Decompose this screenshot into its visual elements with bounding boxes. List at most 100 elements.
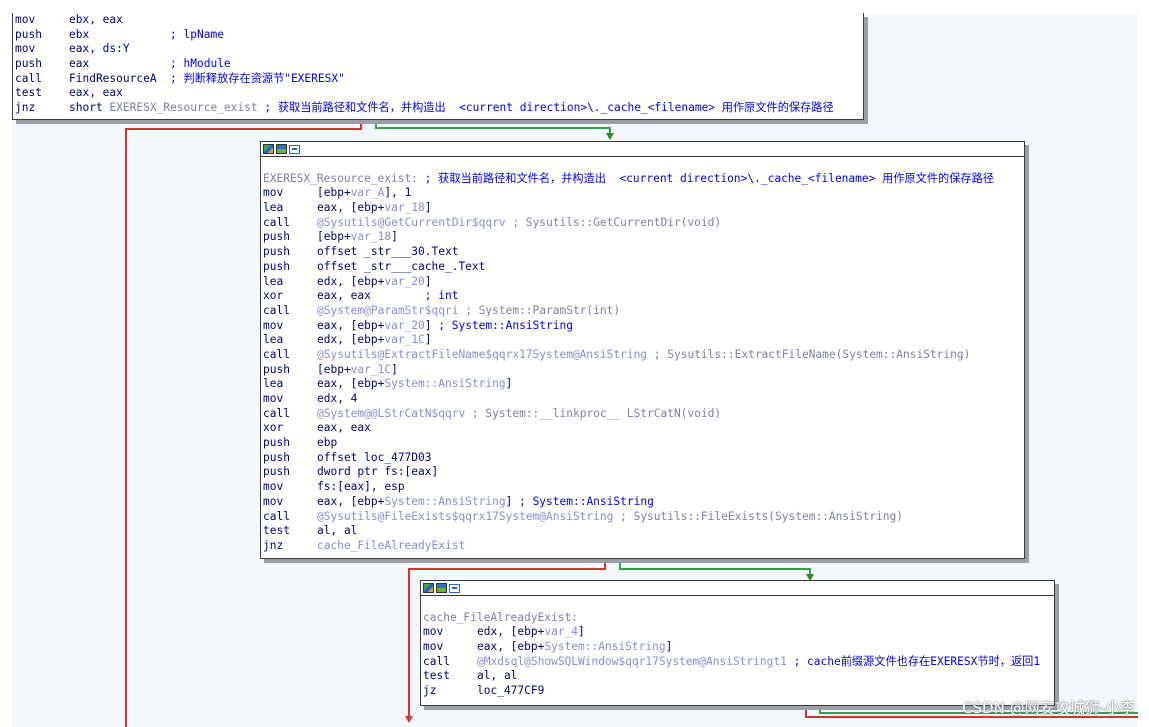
instruction-line[interactable]: jnz short EXERESX_Resource_exist ; 获取当前路径… <box>15 101 863 116</box>
mnemonic[interactable]: push <box>263 465 317 480</box>
operands[interactable]: loc_477CF9 <box>477 684 544 697</box>
symbol-ref[interactable]: var_1C <box>351 363 391 376</box>
mnemonic[interactable]: push <box>15 57 69 72</box>
mnemonic[interactable]: jnz <box>263 539 317 554</box>
operands-suffix[interactable]: ] <box>425 201 432 214</box>
symbol-ref[interactable]: @Sysutils@FileExists$qqrx17System@AnsiSt… <box>317 510 613 523</box>
mnemonic[interactable]: mov <box>263 495 317 510</box>
operands[interactable]: ebx <box>69 28 170 41</box>
instruction-line[interactable]: mov eax, [ebp+System::AnsiString] ; Syste… <box>263 495 1024 510</box>
mnemonic[interactable]: mov <box>423 625 477 640</box>
mnemonic[interactable]: mov <box>263 186 317 201</box>
symbol-ref[interactable]: var_4 <box>544 625 578 638</box>
code-block-findresource[interactable]: mov ebx, eax push ebx ; lpName mov eax, ds:Y p… <box>12 13 864 120</box>
symbol-ref[interactable]: var_A <box>351 186 385 199</box>
symbol-ref[interactable]: var_1C <box>384 333 424 346</box>
mnemonic[interactable]: lea <box>263 333 317 348</box>
instruction-line[interactable]: call @System@@LStrCatN$qqrv ; System::__l… <box>263 407 1024 422</box>
instruction-line[interactable]: lea edx, [ebp+var_20] <box>263 275 1024 290</box>
symbol-ref[interactable]: System::AnsiString <box>384 495 505 508</box>
mnemonic[interactable]: call <box>15 72 69 87</box>
instruction-line[interactable]: call FindResourceA ; 判断释放存在资源节"EXERESX" <box>15 72 863 87</box>
mnemonic[interactable]: call <box>263 510 317 525</box>
operands[interactable]: [ebp+ <box>317 230 351 243</box>
mnemonic[interactable]: push <box>263 363 317 378</box>
symbol-ref[interactable]: @Sysutils@ExtractFileName$qqrx17System@A… <box>317 348 647 361</box>
mnemonic[interactable]: xor <box>263 421 317 436</box>
instruction-line[interactable]: test al, al <box>263 524 1024 539</box>
mnemonic[interactable]: call <box>423 655 477 670</box>
operands[interactable]: dword ptr fs:[eax] <box>317 465 438 478</box>
color-palette-icon[interactable] <box>263 144 274 154</box>
instruction-line[interactable]: push [ebp+var_18] <box>263 230 1024 245</box>
mnemonic[interactable]: call <box>263 216 317 231</box>
instruction-line[interactable]: mov fs:[eax], esp <box>263 480 1024 495</box>
operands[interactable]: ebp <box>317 436 337 449</box>
instruction-line[interactable]: call @System@ParamStr$qqri ; System::Para… <box>263 304 1024 319</box>
instruction-line[interactable]: mov edx, [ebp+var_4] <box>423 625 1054 640</box>
operands-suffix[interactable]: ] <box>391 230 398 243</box>
operands-suffix[interactable]: ], 1 <box>384 186 411 199</box>
code-block-cache-file-exist[interactable]: cache_FileAlreadyExist: mov edx, [ebp+var… <box>420 580 1055 706</box>
label-name[interactable]: EXERESX_Resource_exist: <box>263 172 418 185</box>
instruction-line[interactable]: mov ebx, eax <box>15 13 863 28</box>
operands[interactable]: eax, ds:Y <box>69 42 130 55</box>
instruction-line[interactable]: xor eax, eax ; int <box>263 289 1024 304</box>
instruction-line[interactable]: push [ebp+var_1C] <box>263 363 1024 378</box>
instruction-line[interactable]: mov eax, ds:Y <box>15 42 863 57</box>
mnemonic[interactable]: mov <box>263 480 317 495</box>
operands[interactable]: offset loc_477D03 <box>317 451 432 464</box>
mnemonic[interactable]: call <box>263 407 317 422</box>
zoom-window-icon[interactable] <box>449 583 460 593</box>
operands[interactable]: eax, [ebp+ <box>317 201 384 214</box>
operands-suffix[interactable]: ] <box>425 333 432 346</box>
symbol-ref[interactable]: EXERESX_Resource_exist <box>109 101 257 114</box>
mnemonic[interactable]: test <box>423 669 477 684</box>
mnemonic[interactable]: mov <box>15 42 69 57</box>
operands[interactable]: ebx, eax <box>69 13 123 26</box>
instruction-line[interactable]: mov edx, 4 <box>263 392 1024 407</box>
operands-suffix[interactable]: ] <box>391 363 398 376</box>
instruction-line[interactable]: call @Sysutils@GetCurrentDir$qqrv ; Sysut… <box>263 216 1024 231</box>
mnemonic[interactable]: push <box>263 260 317 275</box>
block-label[interactable]: EXERESX_Resource_exist: ; 获取当前路径和文件名，并构造… <box>263 172 1024 187</box>
mnemonic[interactable]: test <box>15 86 69 101</box>
operands[interactable]: short <box>69 101 109 114</box>
label-name[interactable]: cache_FileAlreadyExist: <box>423 611 578 624</box>
mnemonic[interactable]: push <box>263 230 317 245</box>
mnemonic[interactable]: mov <box>263 319 317 334</box>
mnemonic[interactable]: lea <box>263 275 317 290</box>
graph-icon[interactable] <box>276 144 287 154</box>
mnemonic[interactable]: push <box>15 28 69 43</box>
operands[interactable]: eax, eax <box>317 289 425 302</box>
mnemonic[interactable]: jz <box>423 684 477 699</box>
instruction-line[interactable]: lea eax, [ebp+var_18] <box>263 201 1024 216</box>
operands[interactable]: al, al <box>317 524 357 537</box>
operands[interactable]: eax <box>69 57 170 70</box>
instruction-line[interactable]: push eax ; hModule <box>15 57 863 72</box>
mnemonic[interactable]: jnz <box>15 101 69 116</box>
operands-suffix[interactable]: ] <box>506 377 513 390</box>
symbol-ref[interactable]: @Sysutils@GetCurrentDir$qqrv <box>317 216 506 229</box>
color-palette-icon[interactable] <box>423 583 434 593</box>
instruction-line[interactable]: push dword ptr fs:[eax] <box>263 465 1024 480</box>
instruction-line[interactable]: test eax, eax <box>15 86 863 101</box>
operands[interactable]: [ebp+ <box>317 186 351 199</box>
symbol-ref[interactable]: @System@ParamStr$qqri <box>317 304 458 317</box>
operands-suffix[interactable]: ] <box>425 319 438 332</box>
code-block-resource-exist[interactable]: EXERESX_Resource_exist: ; 获取当前路径和文件名，并构造… <box>260 141 1025 559</box>
mnemonic[interactable]: push <box>263 245 317 260</box>
symbol-ref[interactable]: var_20 <box>384 319 424 332</box>
mnemonic[interactable]: call <box>263 348 317 363</box>
instruction-line[interactable]: mov eax, [ebp+var_20] ; System::AnsiStrin… <box>263 319 1024 334</box>
instruction-line[interactable]: call @Sysutils@FileExists$qqrx17System@An… <box>263 510 1024 525</box>
mnemonic[interactable]: lea <box>263 377 317 392</box>
operands[interactable]: eax, eax <box>317 421 371 434</box>
operands[interactable]: eax, [ebp+ <box>317 319 384 332</box>
operands-suffix[interactable]: ] <box>506 495 519 508</box>
mnemonic[interactable]: test <box>263 524 317 539</box>
instruction-line[interactable]: push offset _str___cache_.Text <box>263 260 1024 275</box>
symbol-ref[interactable]: var_20 <box>384 275 424 288</box>
instruction-line[interactable]: test al, al <box>423 669 1054 684</box>
operands[interactable]: edx, [ebp+ <box>317 333 384 346</box>
